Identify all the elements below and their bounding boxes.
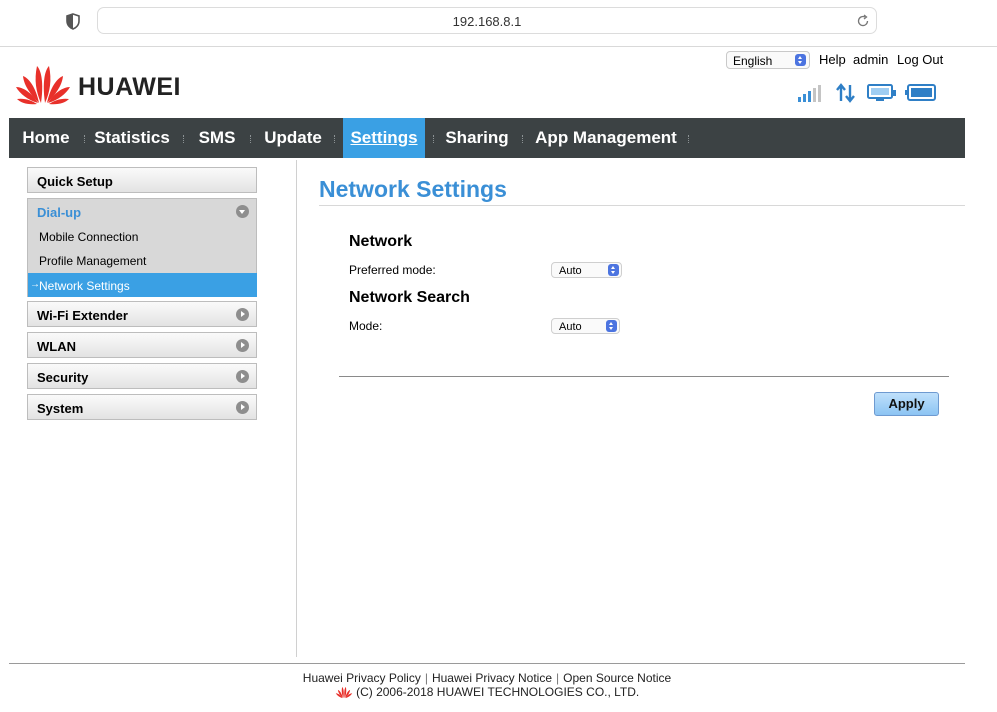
sidebar-security[interactable]: Security bbox=[27, 363, 257, 389]
data-transfer-icon bbox=[835, 83, 857, 108]
sidebar-wlan[interactable]: WLAN bbox=[27, 332, 257, 358]
reload-icon[interactable] bbox=[856, 14, 870, 28]
sidebar-item-label: Security bbox=[37, 370, 89, 385]
huawei-flower-icon bbox=[16, 66, 70, 105]
apply-button[interactable]: Apply bbox=[874, 392, 939, 416]
sidebar-item-label: Wi-Fi Extender bbox=[37, 308, 128, 323]
battery-icon bbox=[905, 83, 937, 108]
sidebar-item-label: Quick Setup bbox=[37, 174, 113, 189]
nav-separator bbox=[250, 135, 252, 143]
copyright: (C) 2006-2018 HUAWEI TECHNOLOGIES CO., L… bbox=[0, 685, 974, 699]
nav-separator bbox=[688, 135, 690, 143]
signal-strength-icon bbox=[797, 83, 824, 108]
nav-app-management[interactable]: App Management bbox=[532, 118, 680, 158]
sidebar-item-label: Profile Management bbox=[39, 254, 147, 268]
nav-separator bbox=[183, 135, 185, 143]
language-value: English bbox=[733, 54, 773, 68]
network-heading: Network bbox=[349, 233, 413, 250]
divider bbox=[319, 205, 965, 206]
select-arrows-icon bbox=[606, 320, 617, 332]
main-nav: Home Statistics SMS Update Settings Shar… bbox=[9, 118, 965, 158]
preferred-mode-select[interactable]: Auto bbox=[551, 262, 622, 278]
nav-separator bbox=[522, 135, 524, 143]
preferred-mode-value: Auto bbox=[559, 265, 582, 277]
nav-separator bbox=[433, 135, 435, 143]
sidebar-wifi-extender[interactable]: Wi-Fi Extender bbox=[27, 301, 257, 327]
sidebar-item-label: System bbox=[37, 401, 84, 416]
nav-settings[interactable]: Settings bbox=[343, 118, 425, 158]
address-bar[interactable]: 192.168.8.1 bbox=[97, 7, 877, 34]
shield-icon[interactable] bbox=[66, 13, 80, 30]
huawei-logo: HUAWEI bbox=[14, 60, 194, 106]
sidebar-dial-up[interactable]: Dial-up bbox=[27, 198, 257, 224]
sidebar-item-profile-management[interactable]: Profile Management bbox=[28, 248, 256, 272]
nav-separator bbox=[84, 135, 86, 143]
search-mode-value: Auto bbox=[559, 321, 582, 333]
sidebar-item-label: Dial-up bbox=[37, 205, 82, 220]
preferred-mode-label: Preferred mode: bbox=[349, 263, 436, 277]
help-link[interactable]: Help bbox=[819, 52, 846, 67]
mode-label: Mode: bbox=[349, 319, 383, 333]
nav-home[interactable]: Home bbox=[13, 118, 79, 158]
arrow-right-icon: → bbox=[30, 279, 40, 290]
sidebar-system[interactable]: System bbox=[27, 394, 257, 420]
nav-statistics[interactable]: Statistics bbox=[90, 118, 174, 158]
page-title: Network Settings bbox=[319, 176, 507, 202]
search-mode-select[interactable]: Auto bbox=[551, 318, 620, 334]
nav-sms[interactable]: SMS bbox=[192, 118, 242, 158]
status-icons bbox=[797, 83, 942, 105]
footer-divider bbox=[9, 663, 965, 664]
privacy-notice-link[interactable]: Huawei Privacy Notice bbox=[428, 671, 556, 685]
username-link[interactable]: admin bbox=[853, 52, 888, 67]
chevron-right-icon bbox=[236, 370, 249, 383]
sidebar-item-label: WLAN bbox=[37, 339, 76, 354]
privacy-policy-link[interactable]: Huawei Privacy Policy bbox=[299, 671, 425, 685]
network-search-heading: Network Search bbox=[349, 289, 470, 306]
sidebar-item-network-settings[interactable]: → Network Settings bbox=[28, 273, 257, 297]
divider bbox=[339, 376, 949, 377]
nav-sharing[interactable]: Sharing bbox=[440, 118, 514, 158]
open-source-notice-link[interactable]: Open Source Notice bbox=[559, 671, 675, 685]
footer-links: Huawei Privacy Policy | Huawei Privacy Not… bbox=[0, 671, 974, 685]
chevron-right-icon bbox=[236, 339, 249, 352]
dial-up-submenu: Mobile Connection Profile Management → N… bbox=[27, 224, 257, 297]
nav-separator bbox=[334, 135, 336, 143]
huawei-flower-icon bbox=[335, 686, 352, 699]
sidebar-item-label: Mobile Connection bbox=[39, 230, 139, 244]
copyright-text: (C) 2006-2018 HUAWEI TECHNOLOGIES CO., L… bbox=[356, 685, 640, 699]
chevron-right-icon bbox=[236, 308, 249, 321]
sidebar-item-label: Network Settings bbox=[39, 279, 130, 293]
chevron-right-icon bbox=[236, 401, 249, 414]
url-text[interactable]: 192.168.8.1 bbox=[98, 14, 876, 29]
vertical-divider bbox=[296, 160, 297, 657]
nav-update[interactable]: Update bbox=[259, 118, 327, 158]
language-select[interactable]: English bbox=[726, 51, 810, 69]
connected-device-icon bbox=[867, 83, 897, 108]
select-arrows-icon bbox=[608, 264, 619, 276]
browser-toolbar: 192.168.8.1 bbox=[0, 0, 997, 47]
brand-name: HUAWEI bbox=[78, 73, 181, 101]
chevron-down-icon bbox=[236, 205, 249, 218]
select-arrows-icon bbox=[795, 54, 806, 66]
sidebar-quick-setup[interactable]: Quick Setup bbox=[27, 167, 257, 193]
logout-link[interactable]: Log Out bbox=[897, 52, 943, 67]
sidebar-item-mobile-connection[interactable]: Mobile Connection bbox=[28, 224, 256, 248]
